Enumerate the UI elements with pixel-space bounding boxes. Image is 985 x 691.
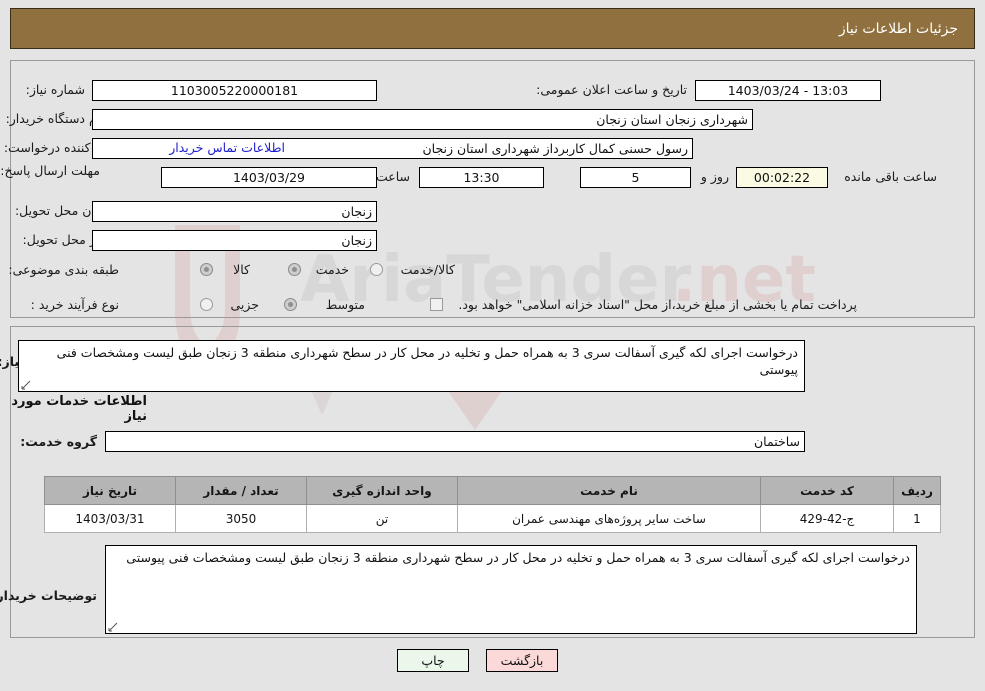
col-code: کد خدمت (760, 476, 894, 505)
announce-datetime-label: تاریخ و ساعت اعلان عمومی: (536, 82, 687, 97)
resize-grip-icon[interactable] (21, 380, 31, 390)
deadline-label: مهلت ارسال پاسخ: تا تاریخ: (0, 163, 100, 178)
process-radio-jozii[interactable] (200, 298, 213, 311)
need-number-label: شماره نیاز: (25, 82, 85, 97)
category-radio-kala[interactable] (200, 263, 213, 276)
page-title: جزئیات اطلاعات نیاز (838, 20, 958, 37)
cell-unit: تن (306, 504, 458, 533)
treasury-payment-label: پرداخت تمام یا بخشی از مبلغ خرید،از محل … (458, 297, 857, 312)
deadline-date-field[interactable]: 1403/03/29 (161, 167, 377, 188)
category-label-kala-khedmat: کالا/خدمت (400, 262, 455, 277)
cell-date: 1403/03/31 (44, 504, 176, 533)
buyer-org-label: نام دستگاه خریدار: (5, 111, 104, 126)
category-radio-khedmat[interactable] (288, 263, 301, 276)
cell-quantity: 3050 (175, 504, 307, 533)
announce-datetime-field[interactable]: 13:03 - 1403/03/24 (695, 80, 881, 101)
deadline-hour-label: ساعت (375, 169, 410, 184)
buyer-contact-link[interactable]: اطلاعات تماس خریدار (169, 140, 285, 155)
buyer-notes-label: توضیحات خریدار: (0, 588, 97, 603)
days-word-label: روز و (700, 169, 729, 184)
page-title-bar: جزئیات اطلاعات نیاز (10, 8, 975, 49)
resize-grip-icon[interactable] (108, 622, 118, 632)
page-root: AriaTender .net جزئیات اطلاعات نیاز شمار… (0, 0, 985, 691)
category-label-kala: کالا (233, 262, 250, 277)
city-field[interactable]: زنجان (92, 230, 377, 251)
col-row: ردیف (893, 476, 941, 505)
need-number-field[interactable]: 1103005220000181 (92, 80, 377, 101)
col-unit: واحد اندازه گیری (306, 476, 458, 505)
category-label: طبقه بندی موضوعی: (8, 262, 119, 277)
services-section-title: اطلاعات خدمات مورد نیاز (11, 394, 147, 424)
countdown-field: 00:02:22 (736, 167, 828, 188)
deadline-hour-field[interactable]: 13:30 (419, 167, 544, 188)
process-label: نوع فرآیند خرید : (30, 297, 119, 312)
category-radio-kala-khedmat[interactable] (370, 263, 383, 276)
services-table: ردیف کد خدمت نام خدمت واحد اندازه گیری ت… (44, 476, 941, 533)
process-label-motevasset: متوسط (325, 297, 365, 312)
table-header-row: ردیف کد خدمت نام خدمت واحد اندازه گیری ت… (44, 476, 941, 505)
service-group-field[interactable]: ساختمان (105, 431, 805, 452)
back-button[interactable]: بازگشت (486, 649, 558, 672)
cell-code: ج-42-429 (760, 504, 894, 533)
buyer-org-field[interactable]: شهرداری زنجان استان زنجان (92, 109, 753, 130)
description-textarea[interactable]: درخواست اجرای لکه گیری آسفالت سری 3 به ه… (18, 340, 805, 392)
print-button[interactable]: چاپ (397, 649, 469, 672)
process-radio-motevasset[interactable] (284, 298, 297, 311)
col-date: تاریخ نیاز (44, 476, 176, 505)
category-label-khedmat: خدمت (315, 262, 349, 277)
cell-row: 1 (893, 504, 941, 533)
col-name: نام خدمت (457, 476, 761, 505)
col-quantity: تعداد / مقدار (175, 476, 307, 505)
days-remaining-field[interactable]: 5 (580, 167, 691, 188)
description-value: درخواست اجرای لکه گیری آسفالت سری 3 به ه… (56, 345, 798, 377)
time-remaining-suffix-label: ساعت باقی مانده (844, 169, 937, 184)
buyer-notes-textarea[interactable]: درخواست اجرای لکه گیری آسفالت سری 3 به ه… (105, 545, 917, 634)
buyer-notes-value: درخواست اجرای لکه گیری آسفالت سری 3 به ه… (126, 550, 910, 565)
process-label-jozii: جزیی (230, 297, 259, 312)
table-row[interactable]: 1 ج-42-429 ساخت سایر پروژه‌های مهندسی عم… (44, 504, 941, 533)
treasury-payment-checkbox[interactable] (430, 298, 443, 311)
service-group-label: گروه خدمت: (20, 434, 97, 449)
province-field[interactable]: زنجان (92, 201, 377, 222)
cell-name: ساخت سایر پروژه‌های مهندسی عمران (457, 504, 761, 533)
